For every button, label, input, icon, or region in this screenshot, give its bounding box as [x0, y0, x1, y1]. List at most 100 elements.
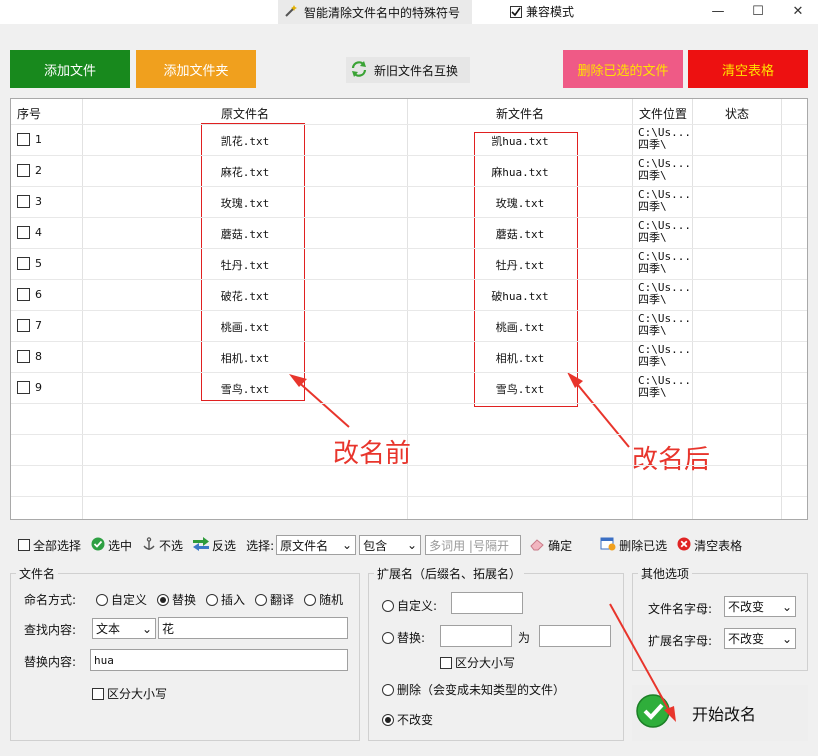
- checkbox-box[interactable]: [440, 656, 452, 669]
- keyword-input[interactable]: 多词用 |号隔开: [425, 535, 522, 555]
- table-row[interactable]: 8 相机.txt 相机.txt C:\Us... 四季\: [11, 341, 807, 372]
- location-cell-line2: 四季\: [638, 355, 667, 368]
- find-label: 查找内容:: [24, 623, 77, 637]
- select-all-checkbox[interactable]: 全部选择: [18, 537, 81, 554]
- row-index: 5: [35, 257, 42, 270]
- compat-checkbox[interactable]: [510, 5, 522, 18]
- old-name-cell: 蘑菇.txt: [220, 228, 270, 241]
- window-delete-icon: [600, 537, 616, 554]
- add-folder-button[interactable]: 添加文件夹: [136, 50, 256, 88]
- radio-circle[interactable]: [382, 713, 394, 726]
- replace-input[interactable]: hua: [90, 649, 348, 671]
- window-title: 智能清除文件名中的特殊符号: [304, 5, 461, 20]
- check-circle-icon: [91, 537, 105, 554]
- filename-case-checkbox[interactable]: 区分大小写: [92, 685, 167, 702]
- extension-group-legend: 扩展名（后缀名、拓展名）: [374, 565, 525, 582]
- radio-circle[interactable]: [255, 593, 268, 606]
- clear-table-button[interactable]: 清空表格: [688, 50, 808, 88]
- table-row[interactable]: 1 凯花.txt 凯hua.txt C:\Us... 四季\: [11, 124, 807, 155]
- ext-replace-to-input[interactable]: [539, 625, 611, 647]
- choose-label: 选择:: [246, 538, 275, 553]
- location-cell-line2: 四季\: [638, 138, 667, 151]
- find-input[interactable]: 花: [158, 617, 348, 639]
- naming-mode-option[interactable]: 自定义: [96, 591, 147, 608]
- new-name-cell: 牡丹.txt: [495, 259, 545, 272]
- location-cell-line2: 四季\: [638, 386, 667, 399]
- delete-selected-files-button[interactable]: 删除已选的文件: [563, 50, 683, 88]
- radio-circle[interactable]: [157, 593, 170, 606]
- ext-nochange-radio[interactable]: 不改变: [382, 711, 433, 728]
- checkbox-box[interactable]: [18, 539, 30, 551]
- swap-names-button[interactable]: 新旧文件名互换: [346, 57, 470, 83]
- file-table[interactable]: 序号 原文件名 新文件名 文件位置 状态 改名前 改名后 1 凯花.txt 凯hua…: [10, 98, 808, 520]
- select-button[interactable]: 选中: [91, 537, 132, 554]
- close-button[interactable]: ✕: [778, 0, 818, 22]
- row-divider: [11, 248, 807, 249]
- row-divider: [11, 403, 807, 404]
- find-type-select[interactable]: 文本 ⌄: [92, 618, 156, 639]
- row-checkbox[interactable]: [17, 195, 30, 208]
- invert-label: 反选: [212, 538, 237, 553]
- ext-replace-radio[interactable]: 替换:: [382, 629, 425, 646]
- row-checkbox[interactable]: [17, 164, 30, 177]
- naming-mode-option[interactable]: 翻译: [255, 591, 294, 608]
- match-select[interactable]: 包含 ⌄: [359, 535, 422, 555]
- ext-delete-radio[interactable]: 删除（会变成未知类型的文件）: [382, 681, 565, 698]
- table-row[interactable]: 2 麻花.txt 麻hua.txt C:\Us... 四季\: [11, 155, 807, 186]
- table-row[interactable]: 7 桃画.txt 桃画.txt C:\Us... 四季\: [11, 310, 807, 341]
- delete-selected-label: 删除已选: [619, 538, 668, 553]
- add-file-button[interactable]: 添加文件: [10, 50, 130, 88]
- ext-custom-radio[interactable]: 自定义:: [382, 597, 437, 614]
- maximize-button[interactable]: ☐: [738, 0, 778, 22]
- radio-circle[interactable]: [96, 593, 108, 606]
- fname-case-select[interactable]: 不改变 ⌄: [724, 596, 796, 617]
- ext-delete-label: 删除（会变成未知类型的文件）: [397, 683, 566, 697]
- radio-circle[interactable]: [382, 683, 394, 696]
- ext-case-checkbox[interactable]: 区分大小写: [440, 654, 515, 671]
- minimize-button[interactable]: —: [698, 0, 738, 22]
- row-checkbox[interactable]: [17, 133, 30, 146]
- table-row[interactable]: 3 玫瑰.txt 玫瑰.txt C:\Us... 四季\: [11, 186, 807, 217]
- checkbox-box[interactable]: [92, 687, 104, 700]
- row-checkbox[interactable]: [17, 319, 30, 332]
- row-checkbox[interactable]: [17, 288, 30, 301]
- row-divider: [11, 279, 807, 280]
- naming-mode-option[interactable]: 插入: [206, 591, 245, 608]
- table-row[interactable]: 5 牡丹.txt 牡丹.txt C:\Us... 四季\: [11, 248, 807, 279]
- row-checkbox[interactable]: [17, 381, 30, 394]
- row-divider: [11, 434, 807, 435]
- table-row[interactable]: 4 蘑菇.txt 蘑菇.txt C:\Us... 四季\: [11, 217, 807, 248]
- confirm-label: 确定: [548, 538, 573, 553]
- select-all-label: 全部选择: [33, 538, 82, 553]
- table-row[interactable]: 9 雪鸟.txt 雪鸟.txt C:\Us... 四季\: [11, 372, 807, 403]
- new-name-cell: 玫瑰.txt: [495, 197, 545, 210]
- unselect-button[interactable]: 不选: [142, 536, 184, 554]
- ext-case-letter-select[interactable]: 不改变 ⌄: [724, 628, 796, 649]
- row-checkbox[interactable]: [17, 226, 30, 239]
- clear-table-small-button[interactable]: 清空表格: [677, 537, 742, 554]
- field-select[interactable]: 原文件名 ⌄: [276, 535, 357, 555]
- radio-circle[interactable]: [304, 593, 317, 606]
- delete-selected-button[interactable]: 删除已选: [600, 537, 667, 554]
- confirm-button[interactable]: 确定: [529, 537, 572, 554]
- invert-button[interactable]: 反选: [193, 536, 237, 554]
- old-name-cell: 相机.txt: [220, 352, 270, 365]
- radio-circle[interactable]: [206, 593, 219, 606]
- row-checkbox[interactable]: [17, 257, 30, 270]
- unselect-label: 不选: [159, 538, 184, 553]
- table-row[interactable]: 6 破花.txt 破hua.txt C:\Us... 四季\: [11, 279, 807, 310]
- row-index: 3: [35, 195, 42, 208]
- compat-mode-toggle[interactable]: 兼容模式: [510, 3, 574, 20]
- naming-mode-option[interactable]: 随机: [304, 591, 343, 608]
- window-title-tab: 智能清除文件名中的特殊符号: [278, 0, 472, 24]
- radio-circle[interactable]: [382, 631, 394, 644]
- radio-circle[interactable]: [382, 599, 394, 612]
- ext-replace-from-input[interactable]: [440, 625, 512, 647]
- row-divider: [11, 372, 807, 373]
- row-checkbox[interactable]: [17, 350, 30, 363]
- row-index: 9: [35, 381, 42, 394]
- naming-mode-label: 插入: [221, 593, 246, 607]
- naming-mode-option[interactable]: 替换: [157, 591, 196, 608]
- row-divider: [11, 186, 807, 187]
- ext-custom-input[interactable]: [451, 592, 523, 614]
